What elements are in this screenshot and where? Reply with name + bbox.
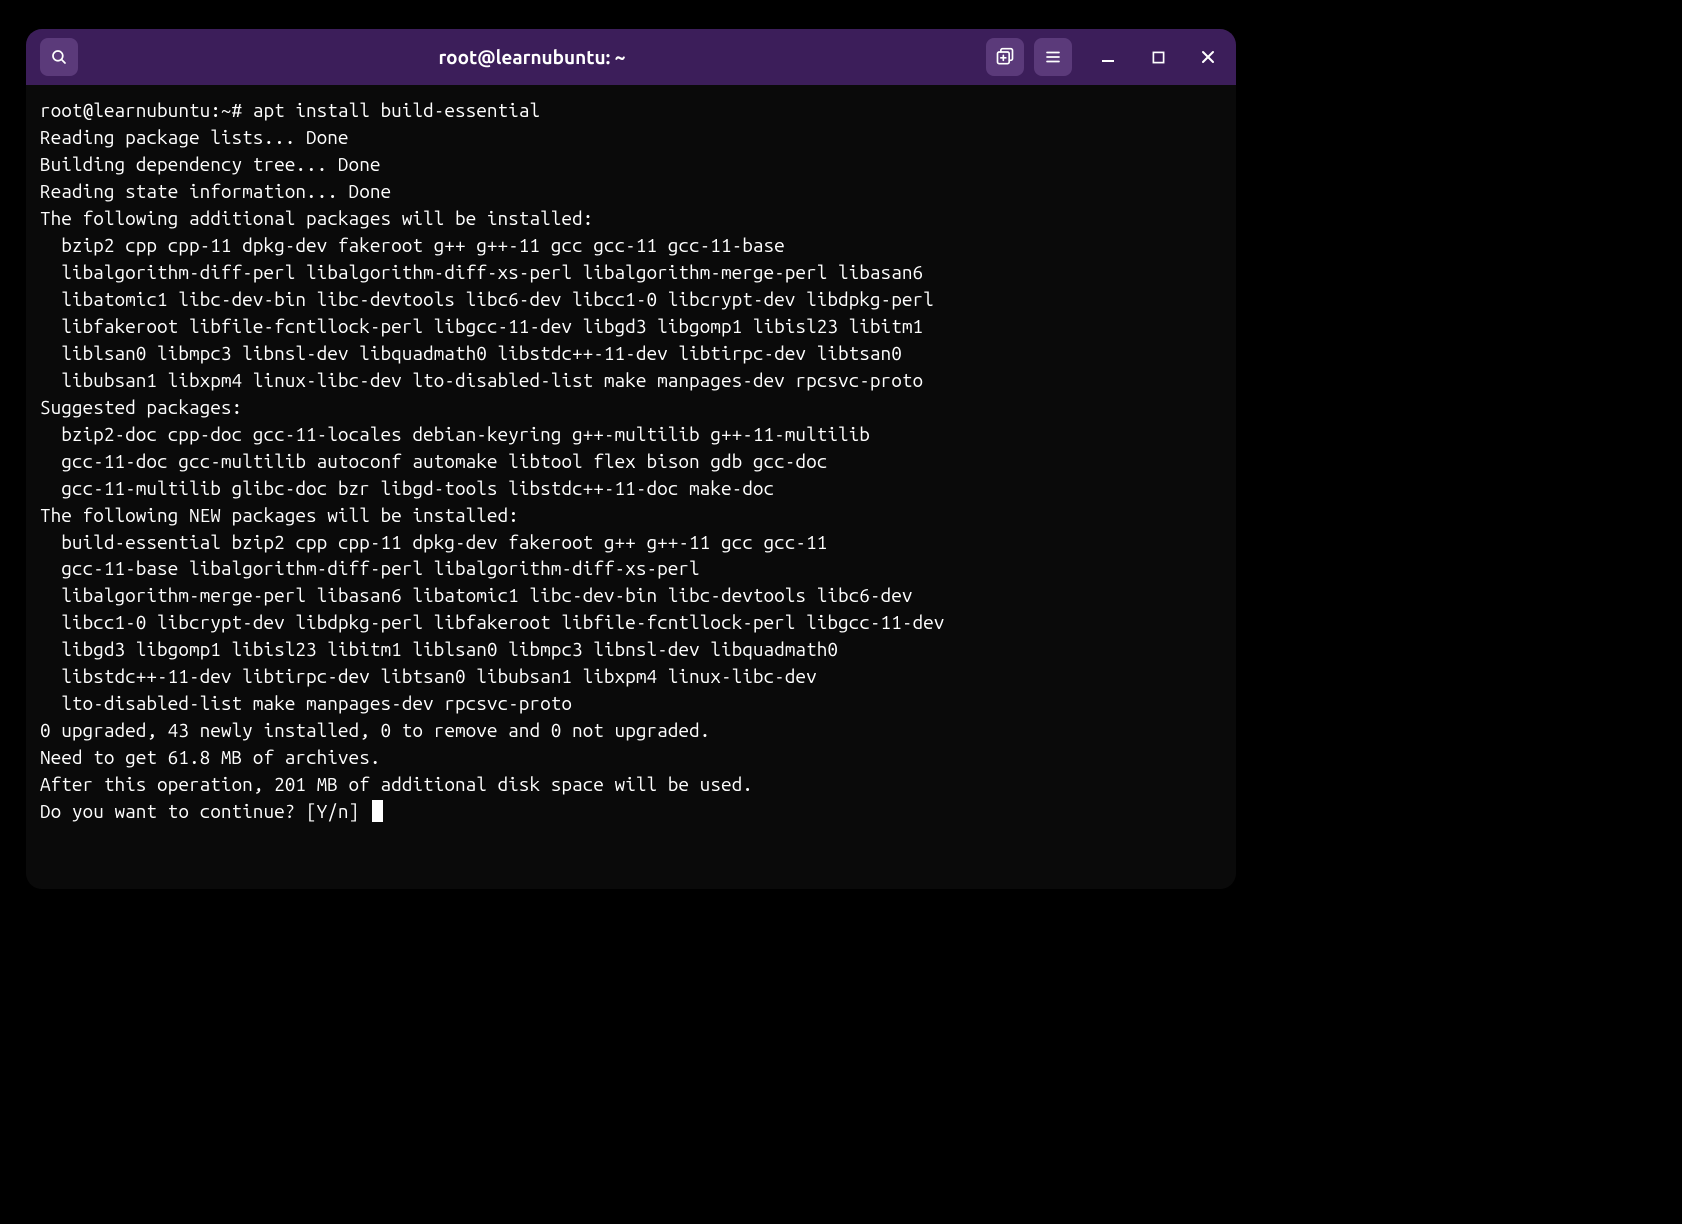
package-list-line: libalgorithm-diff-perl libalgorithm-diff… bbox=[61, 259, 1222, 286]
output-line: Reading package lists... Done bbox=[40, 126, 349, 148]
minimize-icon bbox=[1101, 50, 1115, 64]
output-line: Reading state information... Done bbox=[40, 180, 391, 202]
output-line: Building dependency tree... Done bbox=[40, 153, 380, 175]
package-list-line: bzip2 cpp cpp-11 dpkg-dev fakeroot g++ g… bbox=[61, 232, 1222, 259]
package-list-line: libalgorithm-merge-perl libasan6 libatom… bbox=[61, 582, 1222, 609]
minimize-button[interactable] bbox=[1094, 43, 1122, 71]
close-button[interactable] bbox=[1194, 43, 1222, 71]
output-line: 0 upgraded, 43 newly installed, 0 to rem… bbox=[40, 719, 710, 741]
new-tab-button[interactable] bbox=[986, 38, 1024, 76]
cursor bbox=[372, 800, 383, 822]
package-list-line: lto-disabled-list make manpages-dev rpcs… bbox=[61, 690, 1222, 717]
package-list-line: libgd3 libgomp1 libisl23 libitm1 liblsan… bbox=[61, 636, 1222, 663]
package-list-line: liblsan0 libmpc3 libnsl-dev libquadmath0… bbox=[61, 340, 1222, 367]
output-line: After this operation, 201 MB of addition… bbox=[40, 773, 753, 795]
package-list-line: libubsan1 libxpm4 linux-libc-dev lto-dis… bbox=[61, 367, 1222, 394]
package-list-line: gcc-11-multilib glibc-doc bzr libgd-tool… bbox=[61, 475, 1222, 502]
package-list-line: build-essential bzip2 cpp cpp-11 dpkg-de… bbox=[61, 529, 1222, 556]
titlebar: root@learnubuntu: ~ bbox=[26, 29, 1236, 85]
maximize-button[interactable] bbox=[1144, 43, 1172, 71]
window-title: root@learnubuntu: ~ bbox=[86, 46, 978, 68]
package-list-line: bzip2-doc cpp-doc gcc-11-locales debian-… bbox=[61, 421, 1222, 448]
output-line: The following additional packages will b… bbox=[40, 207, 593, 229]
package-list-line: gcc-11-doc gcc-multilib autoconf automak… bbox=[61, 448, 1222, 475]
menu-button[interactable] bbox=[1034, 38, 1072, 76]
search-button[interactable] bbox=[40, 38, 78, 76]
search-icon bbox=[50, 48, 68, 66]
package-list-line: libstdc++-11-dev libtirpc-dev libtsan0 l… bbox=[61, 663, 1222, 690]
continue-prompt: Do you want to continue? [Y/n] bbox=[40, 800, 370, 822]
package-list-line: libcc1-0 libcrypt-dev libdpkg-perl libfa… bbox=[61, 609, 1222, 636]
output-line: Suggested packages: bbox=[40, 396, 242, 418]
package-list-line: libfakeroot libfile-fcntllock-perl libgc… bbox=[61, 313, 1222, 340]
close-icon bbox=[1201, 50, 1215, 64]
package-list-line: libatomic1 libc-dev-bin libc-devtools li… bbox=[61, 286, 1222, 313]
hamburger-icon bbox=[1044, 48, 1062, 66]
output-line: Need to get 61.8 MB of archives. bbox=[40, 746, 380, 768]
new-tab-icon bbox=[995, 47, 1015, 67]
maximize-icon bbox=[1152, 51, 1165, 64]
shell-prompt: root@learnubuntu:~# bbox=[40, 99, 253, 121]
package-list-line: gcc-11-base libalgorithm-diff-perl libal… bbox=[61, 555, 1222, 582]
output-line: The following NEW packages will be insta… bbox=[40, 504, 519, 526]
command-text: apt install build-essential bbox=[253, 99, 540, 121]
terminal-output[interactable]: root@learnubuntu:~# apt install build-es… bbox=[26, 85, 1236, 889]
terminal-window: root@learnubuntu: ~ bbox=[26, 29, 1236, 889]
